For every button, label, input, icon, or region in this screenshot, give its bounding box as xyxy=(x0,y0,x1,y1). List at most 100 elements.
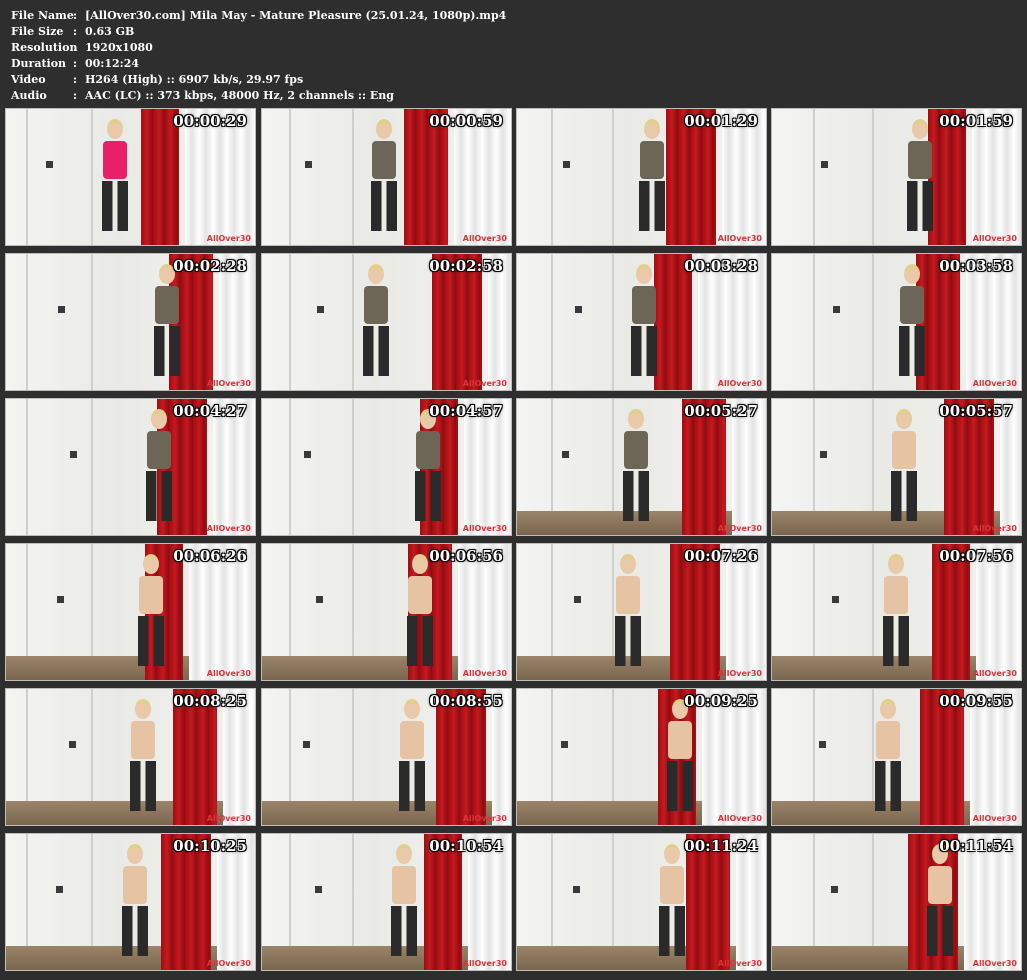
light-switch xyxy=(304,451,311,458)
figure-head xyxy=(396,844,412,864)
figure-legs xyxy=(907,181,933,231)
door-edge xyxy=(91,399,93,535)
video-thumbnail[interactable]: 00:01:59 AllOver30 xyxy=(771,108,1022,246)
video-thumbnail[interactable]: 00:04:57 AllOver30 xyxy=(261,398,512,536)
info-row-file-size: File Size : 0.63 GB xyxy=(11,24,506,40)
video-thumbnail[interactable]: 00:00:29 AllOver30 xyxy=(5,108,256,246)
info-value: H264 (High) :: 6907 kb/s, 29.97 fps xyxy=(85,73,304,86)
thumbnail-timestamp: 00:06:26 xyxy=(173,547,247,565)
video-thumbnail[interactable]: 00:09:55 AllOver30 xyxy=(771,688,1022,826)
thumbnail-timestamp: 00:03:58 xyxy=(939,257,1013,275)
info-row-file-name: File Name : [AllOver30.com] Mila May - M… xyxy=(11,8,506,24)
info-separator: : xyxy=(73,9,78,22)
figure-torso xyxy=(123,866,147,904)
watermark-logo: AllOver30 xyxy=(462,379,507,388)
video-thumbnail[interactable]: 00:06:26 AllOver30 xyxy=(5,543,256,681)
info-separator: : xyxy=(73,41,78,54)
thumbnail-timestamp: 00:09:25 xyxy=(684,692,758,710)
video-thumbnail[interactable]: 00:02:28 AllOver30 xyxy=(5,253,256,391)
thumbnail-timestamp: 00:09:55 xyxy=(939,692,1013,710)
light-switch xyxy=(563,161,570,168)
light-switch xyxy=(833,306,840,313)
video-thumbnail[interactable]: 00:01:29 AllOver30 xyxy=(516,108,767,246)
watermark-logo: AllOver30 xyxy=(717,379,762,388)
door-edge xyxy=(289,254,291,390)
door-edge xyxy=(551,254,553,390)
video-thumbnail[interactable]: 00:11:54 AllOver30 xyxy=(771,833,1022,971)
thumbnail-timestamp: 00:02:58 xyxy=(429,257,503,275)
thumbnail-grid: 00:00:29 AllOver30 00:00:59 AllOver30 00:01:… xyxy=(5,108,1023,976)
info-value: AAC (LC) :: 373 kbps, 48000 Hz, 2 channe… xyxy=(85,89,394,102)
info-label: Audio xyxy=(11,89,47,102)
figure-legs xyxy=(102,181,128,231)
light-switch xyxy=(316,596,323,603)
figure-torso xyxy=(131,721,155,759)
video-thumbnail[interactable]: 00:02:58 AllOver30 xyxy=(261,253,512,391)
video-thumbnail[interactable]: 00:11:24 AllOver30 xyxy=(516,833,767,971)
info-value: [AllOver30.com] Mila May - Mature Pleasu… xyxy=(85,9,507,22)
watermark-logo: AllOver30 xyxy=(717,669,762,678)
light-switch xyxy=(315,886,322,893)
figure-head xyxy=(644,119,660,139)
figure-legs xyxy=(639,181,665,231)
figure-head xyxy=(151,409,167,429)
thumbnail-timestamp: 00:00:59 xyxy=(429,112,503,130)
video-thumbnail[interactable]: 00:09:25 AllOver30 xyxy=(516,688,767,826)
figure-legs xyxy=(623,471,649,521)
video-thumbnail[interactable]: 00:03:28 AllOver30 xyxy=(516,253,767,391)
video-thumbnail[interactable]: 00:05:57 AllOver30 xyxy=(771,398,1022,536)
light-switch xyxy=(819,741,826,748)
watermark-logo: AllOver30 xyxy=(972,669,1017,678)
light-switch xyxy=(561,741,568,748)
video-thumbnail[interactable]: 00:10:54 AllOver30 xyxy=(261,833,512,971)
figure-head xyxy=(912,119,928,139)
light-switch xyxy=(69,741,76,748)
info-label: Video xyxy=(11,73,46,86)
thumbnail-timestamp: 00:03:28 xyxy=(684,257,758,275)
info-value: 00:12:24 xyxy=(85,57,140,70)
figure-torso xyxy=(640,141,664,179)
video-thumbnail[interactable]: 00:07:26 AllOver30 xyxy=(516,543,767,681)
figure-head xyxy=(107,119,123,139)
thumbnail-timestamp: 00:10:54 xyxy=(429,837,503,855)
figure-legs xyxy=(659,906,685,956)
figure-legs xyxy=(371,181,397,231)
video-thumbnail[interactable]: 00:08:25 AllOver30 xyxy=(5,688,256,826)
info-label: File Name xyxy=(11,9,74,22)
watermark-logo: AllOver30 xyxy=(717,234,762,243)
figure-torso xyxy=(660,866,684,904)
video-thumbnail[interactable]: 00:08:55 AllOver30 xyxy=(261,688,512,826)
figure-legs xyxy=(615,616,641,666)
watermark-logo: AllOver30 xyxy=(206,524,251,533)
door-edge xyxy=(813,254,815,390)
light-switch xyxy=(305,161,312,168)
thumbnail-timestamp: 00:08:55 xyxy=(429,692,503,710)
figure-head xyxy=(628,409,644,429)
figure-legs xyxy=(415,471,441,521)
video-thumbnail[interactable]: 00:00:59 AllOver30 xyxy=(261,108,512,246)
info-row-video: Video : H264 (High) :: 6907 kb/s, 29.97 … xyxy=(11,72,506,88)
door-edge xyxy=(289,109,291,245)
info-separator: : xyxy=(73,25,78,38)
watermark-logo: AllOver30 xyxy=(717,959,762,968)
figure-head xyxy=(135,699,151,719)
thumbnail-timestamp: 00:07:56 xyxy=(939,547,1013,565)
figure-torso xyxy=(616,576,640,614)
door-edge xyxy=(612,254,614,390)
figure-legs xyxy=(875,761,901,811)
video-thumbnail[interactable]: 00:04:27 AllOver30 xyxy=(5,398,256,536)
light-switch xyxy=(575,306,582,313)
video-thumbnail[interactable]: 00:10:25 AllOver30 xyxy=(5,833,256,971)
video-thumbnail[interactable]: 00:05:27 AllOver30 xyxy=(516,398,767,536)
watermark-logo: AllOver30 xyxy=(206,234,251,243)
video-thumbnail[interactable]: 00:03:58 AllOver30 xyxy=(771,253,1022,391)
info-row-audio: Audio : AAC (LC) :: 373 kbps, 48000 Hz, … xyxy=(11,88,506,104)
video-thumbnail[interactable]: 00:07:56 AllOver30 xyxy=(771,543,1022,681)
figure-legs xyxy=(883,616,909,666)
figure-torso xyxy=(632,286,656,324)
figure-legs xyxy=(927,906,953,956)
light-switch xyxy=(574,596,581,603)
video-thumbnail[interactable]: 00:06:56 AllOver30 xyxy=(261,543,512,681)
figure-legs xyxy=(363,326,389,376)
info-separator: : xyxy=(73,57,78,70)
